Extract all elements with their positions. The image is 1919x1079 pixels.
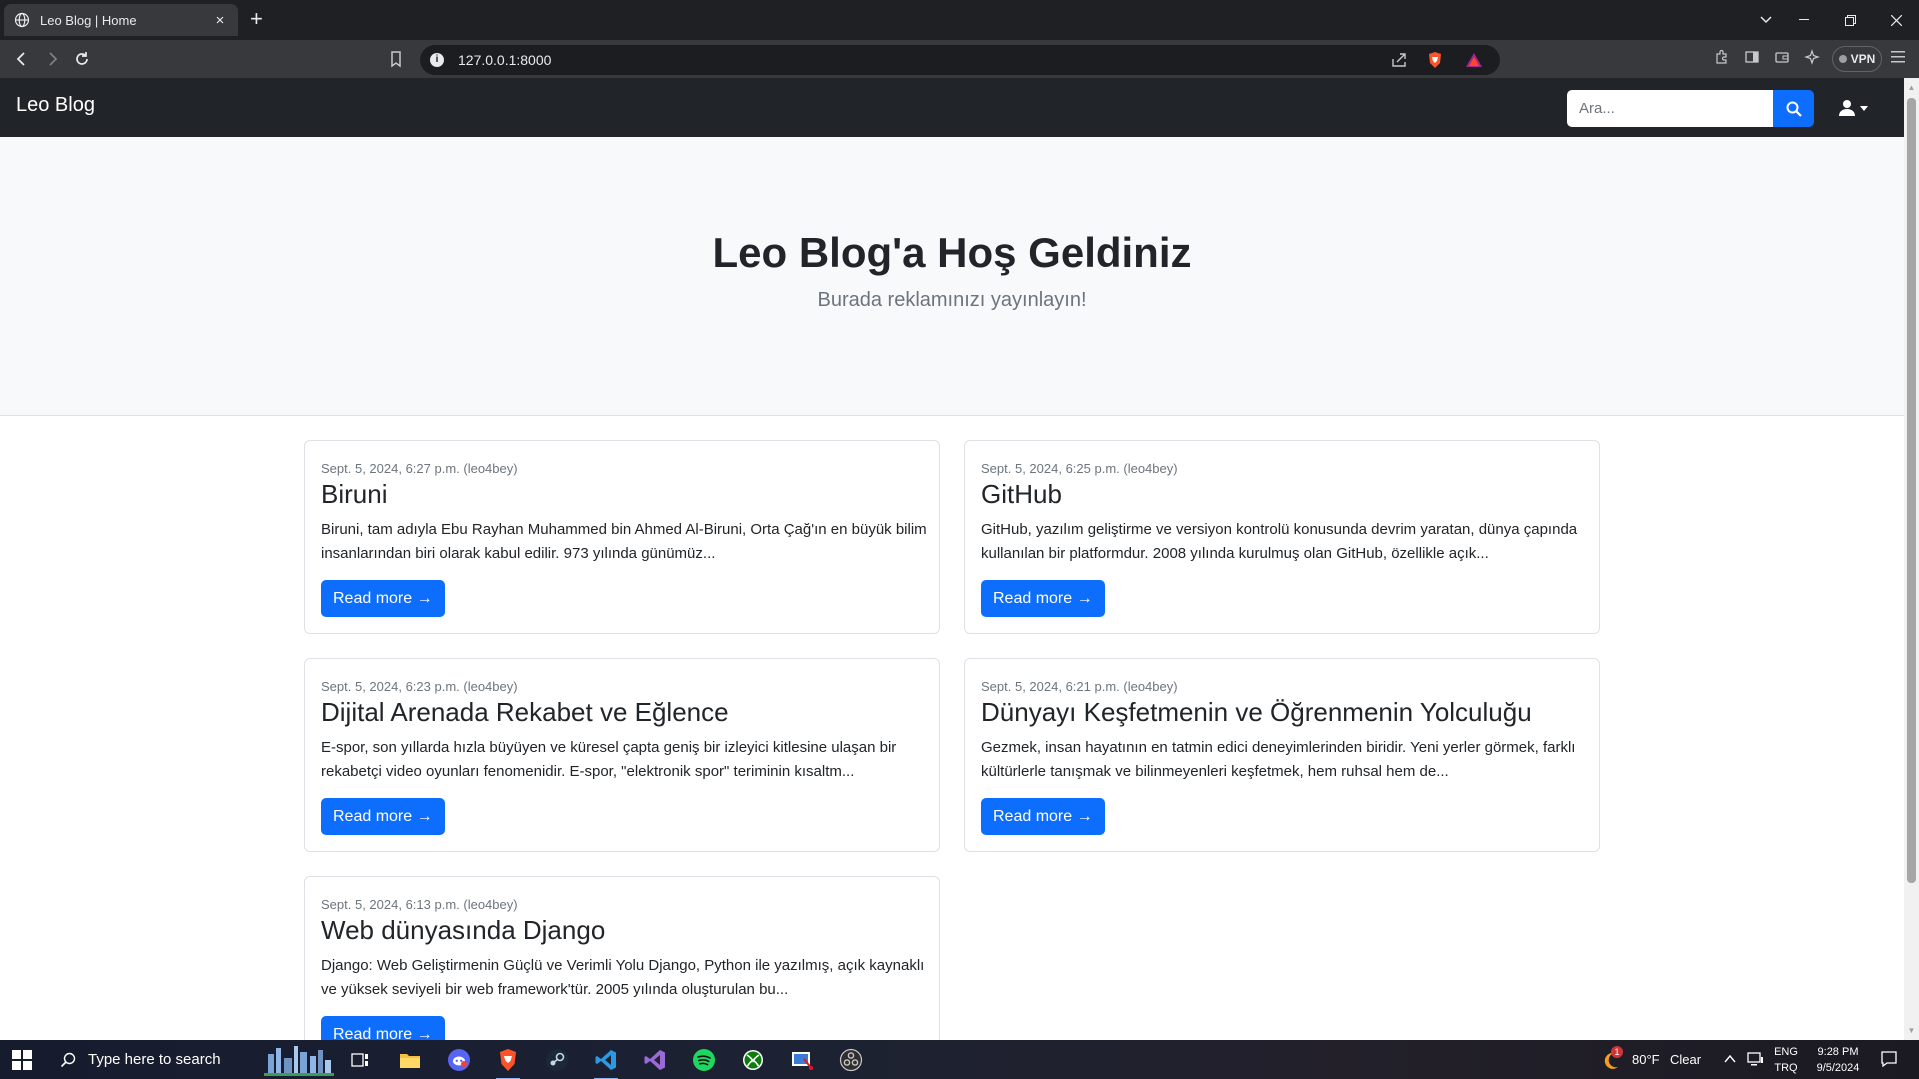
- post-title: Biruni: [321, 479, 388, 509]
- hero-lead: Burada reklamınızı yayınlayın!: [817, 289, 1087, 311]
- vscode-icon[interactable]: [588, 1044, 624, 1079]
- post-card: Sept. 5, 2024, 6:13 p.m. (leo4bey) Web d…: [304, 876, 940, 1040]
- windows-taskbar: Type here to search 1 80°F Clear ENG TRQ…: [0, 1040, 1919, 1079]
- post-title: GitHub: [981, 479, 1062, 509]
- read-more-button[interactable]: Read more →: [321, 580, 445, 617]
- visual-studio-icon[interactable]: [637, 1044, 673, 1076]
- chevron-down-icon: [1860, 105, 1868, 111]
- post-excerpt: Django: Web Geliştirmenin Güçlü ve Verim…: [321, 957, 925, 998]
- hero-title: Leo Blog'a Hoş Geldiniz: [712, 229, 1192, 276]
- clock-time: 9:28 PM: [1817, 1046, 1859, 1058]
- city-skyline-widget-icon[interactable]: [262, 1044, 336, 1076]
- weather-icon[interactable]: 1: [1598, 1046, 1623, 1072]
- tab-close-icon[interactable]: ×: [212, 12, 228, 29]
- read-more-button[interactable]: Read more →: [981, 798, 1105, 835]
- weather-description[interactable]: Clear: [1670, 1052, 1701, 1067]
- post-meta: Sept. 5, 2024, 6:13 p.m. (leo4bey): [321, 897, 518, 912]
- spotify-icon[interactable]: [686, 1044, 722, 1076]
- extensions-icon[interactable]: [1712, 49, 1732, 69]
- search-icon: [1786, 101, 1802, 117]
- search-button[interactable]: [1773, 90, 1814, 127]
- post-excerpt: Gezmek, insan hayatının en tatmin edici …: [981, 739, 1576, 780]
- file-explorer-icon[interactable]: [392, 1044, 428, 1076]
- post-excerpt: Biruni, tam adıyla Ebu Rayhan Muhammed b…: [321, 521, 927, 562]
- post-meta: Sept. 5, 2024, 6:23 p.m. (leo4bey): [321, 679, 518, 694]
- taskbar-search-text: Type here to search: [88, 1051, 221, 1068]
- wallet-icon[interactable]: [1772, 49, 1792, 69]
- search-icon: [60, 1052, 76, 1067]
- taskbar-search-box[interactable]: Type here to search: [48, 1040, 258, 1079]
- brave-shields-icon[interactable]: [1426, 51, 1444, 69]
- vpn-button[interactable]: VPN: [1832, 46, 1882, 72]
- address-bar[interactable]: i 127.0.0.1:8000: [420, 45, 1500, 75]
- weather-badge: 1: [1611, 1046, 1623, 1058]
- user-dropdown-toggle[interactable]: [1838, 96, 1874, 120]
- brave-browser-icon[interactable]: [490, 1044, 526, 1079]
- back-icon[interactable]: [12, 49, 32, 69]
- url-text: 127.0.0.1:8000: [458, 52, 552, 68]
- reload-icon[interactable]: [72, 49, 92, 69]
- user-icon: [1839, 100, 1855, 116]
- browser-tab[interactable]: Leo Blog | Home ×: [4, 4, 238, 36]
- scroll-down-icon[interactable]: ▼: [1904, 1023, 1919, 1038]
- xbox-icon[interactable]: [735, 1044, 771, 1076]
- browser-tab-strip: Leo Blog | Home × +: [0, 0, 1919, 40]
- post-meta: Sept. 5, 2024, 6:25 p.m. (leo4bey): [981, 461, 1178, 476]
- new-tab-button[interactable]: +: [250, 8, 263, 30]
- share-icon[interactable]: [1390, 51, 1408, 69]
- input-language-indicator[interactable]: ENG TRQ: [1772, 1044, 1800, 1076]
- page-viewport: Leo Blog Leo Blog'a Hoş Geldiniz Burada …: [0, 78, 1904, 1040]
- forward-icon[interactable]: [42, 49, 62, 69]
- post-card: Sept. 5, 2024, 6:25 p.m. (leo4bey) GitHu…: [964, 440, 1600, 634]
- notifications-icon[interactable]: [1880, 1050, 1898, 1073]
- windows-start-icon[interactable]: [12, 1050, 32, 1070]
- discord-icon[interactable]: [441, 1044, 477, 1076]
- hero-section: Leo Blog'a Hoş Geldiniz Burada reklamını…: [0, 137, 1904, 416]
- post-title: Web dünyasında Django: [321, 915, 606, 945]
- read-more-button[interactable]: Read more →: [321, 1016, 445, 1040]
- sidebar-icon[interactable]: [1742, 49, 1762, 69]
- post-card: Sept. 5, 2024, 6:21 p.m. (leo4bey) Dünya…: [964, 658, 1600, 852]
- close-window-button[interactable]: [1873, 0, 1919, 40]
- leo-ai-icon[interactable]: [1802, 49, 1822, 69]
- vpn-status-icon: [1838, 55, 1847, 63]
- scroll-up-icon[interactable]: ▲: [1904, 80, 1919, 95]
- chevron-up-icon[interactable]: [1724, 1052, 1736, 1070]
- snipping-tool-icon[interactable]: [784, 1044, 820, 1076]
- page-scrollbar[interactable]: ▲ ▼: [1904, 78, 1919, 1040]
- read-more-button[interactable]: Read more →: [981, 580, 1105, 617]
- read-more-button[interactable]: Read more →: [321, 798, 445, 835]
- post-title: Dünyayı Keşfetmenin ve Öğrenmenin Yolcul…: [981, 697, 1532, 727]
- keyboard-layout-code: TRQ: [1774, 1062, 1798, 1074]
- post-excerpt: E-spor, son yıllarda hızla büyüyen ve kü…: [321, 739, 897, 780]
- restore-window-button[interactable]: [1827, 0, 1873, 40]
- search-input[interactable]: [1567, 90, 1773, 127]
- post-card: Sept. 5, 2024, 6:27 p.m. (leo4bey) Birun…: [304, 440, 940, 634]
- scroll-thumb[interactable]: [1907, 98, 1916, 883]
- site-navbar: Leo Blog: [0, 78, 1904, 137]
- globe-icon: [14, 12, 30, 28]
- clock-date: 9/5/2024: [1816, 1062, 1860, 1074]
- clock[interactable]: 9:28 PM 9/5/2024: [1804, 1044, 1872, 1076]
- post-title: Dijital Arenada Rekabet ve Eğlence: [321, 697, 729, 727]
- post-card: Sept. 5, 2024, 6:23 p.m. (leo4bey) Dijit…: [304, 658, 940, 852]
- tab-title: Leo Blog | Home: [40, 12, 137, 28]
- minimize-window-button[interactable]: [1781, 0, 1827, 40]
- steam-icon[interactable]: [539, 1044, 575, 1076]
- bookmark-icon[interactable]: [386, 49, 406, 69]
- brave-rewards-icon[interactable]: [1465, 51, 1483, 69]
- weather-temp[interactable]: 80°F: [1632, 1052, 1660, 1067]
- post-meta: Sept. 5, 2024, 6:27 p.m. (leo4bey): [321, 461, 518, 476]
- site-brand-link[interactable]: Leo Blog: [16, 94, 95, 117]
- menu-icon[interactable]: [1888, 49, 1908, 69]
- language-code: ENG: [1774, 1046, 1798, 1058]
- site-info-icon[interactable]: i: [430, 53, 444, 67]
- task-view-icon[interactable]: [342, 1044, 378, 1076]
- post-excerpt: GitHub, yazılım geliştirme ve versiyon k…: [981, 521, 1578, 562]
- obs-studio-icon[interactable]: [833, 1044, 869, 1076]
- post-meta: Sept. 5, 2024, 6:21 p.m. (leo4bey): [981, 679, 1178, 694]
- vpn-label: VPN: [1850, 52, 1876, 66]
- network-icon[interactable]: [1746, 1051, 1764, 1072]
- browser-toolbar: i 127.0.0.1:8000 VPN: [0, 40, 1919, 78]
